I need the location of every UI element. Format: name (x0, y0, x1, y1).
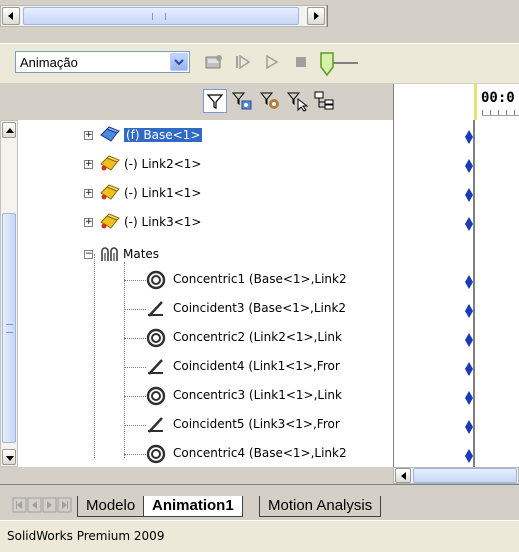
tree-item-label: Concentric4 (Base<1>,Link2 (173, 446, 347, 460)
tree-item-label: Concentric1 (Base<1>,Link2 (173, 272, 347, 286)
tree-gutter (18, 120, 37, 467)
scroll-left-button[interactable] (2, 7, 20, 25)
tree-connector (124, 280, 146, 281)
tree-item-label: Concentric2 (Link2<1>,Link (173, 330, 342, 344)
timeline-slider[interactable] (318, 51, 358, 79)
collapse-tree-icon[interactable] (312, 89, 336, 113)
time-label: 00:0 (481, 90, 515, 106)
tree-connector (94, 254, 95, 458)
arrow-left-icon (401, 472, 406, 480)
expand-icon[interactable]: + (84, 131, 93, 140)
tree-connector (124, 338, 146, 339)
keyframe-marker[interactable] (465, 217, 473, 231)
part-icon (100, 126, 120, 142)
scroll-thumb[interactable] (23, 7, 299, 25)
coincident-mate-icon (148, 301, 163, 317)
study-type-value: Animação (20, 55, 78, 70)
scroll-up-button[interactable] (2, 122, 16, 138)
arrow-right-icon (314, 12, 319, 20)
chevron-down-icon[interactable] (170, 53, 188, 71)
part-icon (100, 213, 120, 229)
tree-item-label: (-) Link2<1> (124, 157, 202, 171)
tree-item-label: Coincident4 (Link1<1>,Fror (173, 359, 340, 373)
expand-icon[interactable]: + (84, 189, 93, 198)
tree-connector (124, 396, 146, 397)
part-icon (100, 155, 120, 171)
timeline-scroll-thumb[interactable] (413, 468, 517, 483)
timeline-horizontal-scrollbar[interactable] (393, 467, 519, 484)
filter-animated-icon[interactable] (203, 89, 227, 113)
keyframe-marker[interactable] (465, 333, 473, 347)
study-type-select[interactable]: Animação (15, 51, 190, 73)
expand-icon[interactable]: + (84, 218, 93, 227)
tree-scroll-thumb[interactable] (2, 213, 16, 443)
collapse-icon[interactable]: − (84, 250, 93, 259)
tree-item-label: Coincident3 (Base<1>,Link2 (173, 301, 347, 315)
time-bar (473, 120, 475, 467)
time-marker (474, 84, 477, 120)
tree-connector (124, 425, 146, 426)
keyframe-marker[interactable] (465, 362, 473, 376)
status-bar: SolidWorks Premium 2009 (0, 520, 519, 552)
tree-item-label: Mates (123, 247, 160, 261)
keyframe-marker[interactable] (465, 304, 473, 318)
keyframe-marker[interactable] (465, 130, 473, 144)
mates-folder-icon (101, 247, 118, 261)
grip-icon (152, 13, 166, 20)
tree-item-label: (-) Link1<1> (124, 186, 202, 200)
coincident-mate-icon (148, 417, 163, 433)
tree-connector (124, 309, 146, 310)
filter-driving-icon[interactable] (230, 89, 254, 113)
top-horizontal-scrollbar[interactable] (0, 5, 327, 27)
keyframe-marker[interactable] (465, 420, 473, 434)
concentric-mate-icon (146, 386, 166, 406)
tab-animation1[interactable]: Animation1 (143, 496, 243, 517)
tree-item-label: Concentric3 (Link1<1>,Link (173, 388, 342, 402)
feature-tree (37, 120, 393, 467)
filter-results-icon[interactable] (285, 89, 309, 113)
arrow-down-icon (6, 456, 14, 461)
tree-bottom-strip (0, 467, 393, 484)
stop-icon[interactable] (291, 53, 311, 71)
coincident-mate-icon (148, 359, 163, 375)
status-text: SolidWorks Premium 2009 (7, 529, 165, 543)
grip-icon (6, 324, 13, 333)
concentric-mate-icon (146, 270, 166, 290)
tree-vertical-scrollbar[interactable] (0, 120, 18, 467)
part-icon (100, 184, 120, 200)
tree-connector (124, 367, 146, 368)
tab-modelo[interactable]: Modelo (77, 496, 145, 517)
tree-connector (124, 262, 125, 458)
keyframe-marker[interactable] (465, 449, 473, 463)
scroll-down-button[interactable] (2, 449, 16, 465)
tree-connector (124, 454, 146, 455)
tab-motion-analysis[interactable]: Motion Analysis (259, 496, 382, 517)
keyframe-marker[interactable] (465, 188, 473, 202)
tree-item-label: Coincident5 (Link3<1>,Fror (173, 417, 340, 431)
timeline-area (393, 120, 519, 467)
play-icon[interactable] (262, 53, 282, 71)
scroll-right-button[interactable] (307, 7, 325, 25)
tree-item-label: (f) Base<1> (124, 128, 203, 142)
keyframe-marker[interactable] (465, 159, 473, 173)
concentric-mate-icon (146, 444, 166, 464)
filter-selected-icon[interactable] (258, 89, 282, 113)
play-from-start-icon[interactable] (233, 53, 253, 71)
top-right-panel (327, 5, 519, 27)
keyframe-marker[interactable] (465, 391, 473, 405)
keyframe-marker[interactable] (465, 275, 473, 289)
arrow-up-icon (6, 128, 14, 133)
concentric-mate-icon (146, 328, 166, 348)
calculate-icon[interactable] (204, 53, 224, 71)
arrow-left-icon (8, 12, 13, 20)
expand-icon[interactable]: + (84, 160, 93, 169)
scroll-left-button[interactable] (395, 468, 411, 483)
tree-item-label: (-) Link3<1> (124, 215, 202, 229)
time-ruler (482, 110, 519, 116)
tab-navigation (12, 496, 74, 514)
timeline-header: 00:0 (393, 84, 519, 120)
